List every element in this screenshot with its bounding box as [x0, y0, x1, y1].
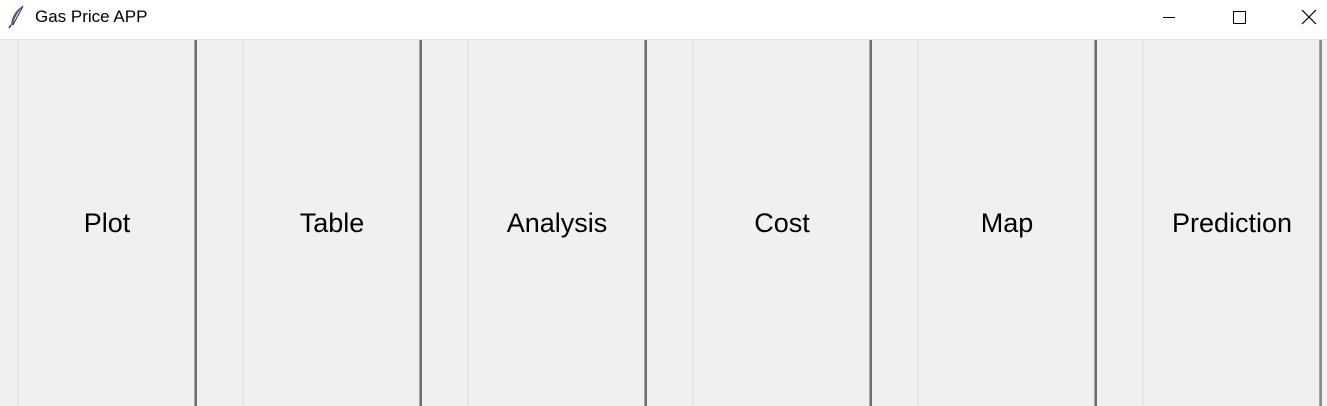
- close-button[interactable]: [1286, 0, 1327, 33]
- table-button-label: Table: [299, 207, 365, 238]
- minimize-icon: [1163, 16, 1175, 18]
- plot-button-label: Plot: [83, 207, 131, 238]
- cost-button-label: Cost: [754, 207, 810, 238]
- maximize-icon: [1233, 10, 1246, 24]
- cost-button[interactable]: Cost: [692, 40, 872, 406]
- analysis-button-label: Analysis: [506, 207, 608, 238]
- close-icon: [1301, 9, 1317, 24]
- title-bar: Gas Price APP: [0, 0, 1327, 40]
- map-button[interactable]: Map: [917, 40, 1097, 406]
- window-title: Gas Price APP: [35, 7, 148, 26]
- map-button-label: Map: [980, 207, 1034, 238]
- button-row: Plot Table Analysis Cost Map Prediction: [0, 40, 1327, 406]
- maximize-button[interactable]: [1216, 0, 1262, 33]
- prediction-button-label: Prediction: [1171, 207, 1293, 238]
- minimize-button[interactable]: [1146, 0, 1192, 33]
- table-button[interactable]: Table: [242, 40, 422, 406]
- analysis-button[interactable]: Analysis: [467, 40, 647, 406]
- feather-icon: [8, 5, 24, 29]
- prediction-button[interactable]: Prediction: [1142, 40, 1322, 406]
- plot-button[interactable]: Plot: [17, 40, 197, 406]
